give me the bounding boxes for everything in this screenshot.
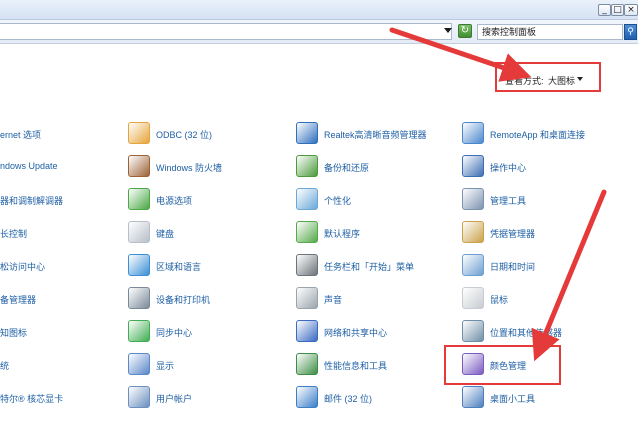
arrow-to-view-mode [389,27,532,82]
annotation-arrows [389,27,607,362]
arrow-to-color-management [531,189,607,362]
